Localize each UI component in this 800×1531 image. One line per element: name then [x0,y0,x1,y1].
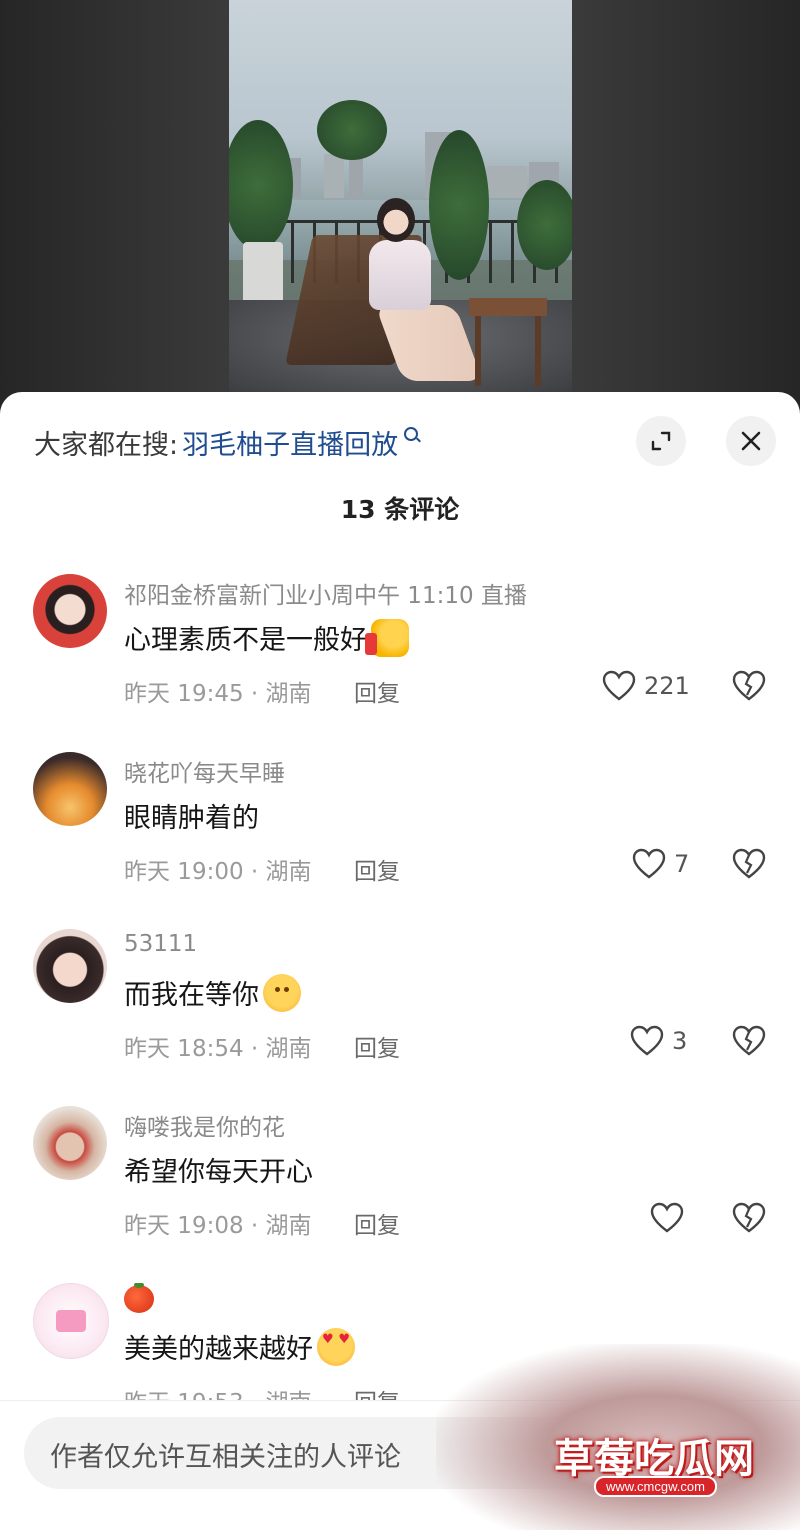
smile-emoji-icon [263,973,301,1012]
like-count: 221 [644,672,690,700]
dislike-button[interactable] [732,848,766,884]
video-thumbnail[interactable] [229,0,572,392]
comment-text-content: 心理素质不是一般好 [124,625,367,656]
broken-heart-icon [732,670,766,701]
comment-username[interactable]: 祁阳金桥富新门业小周中午 11:10 直播 [124,576,527,610]
trending-search[interactable]: 大家都在搜: 羽毛柚子直播回放 [34,414,419,470]
comment-item: 祁阳金桥富新门业小周中午 11:10 直播 心理素质不是一般好 昨天 19:45… [0,574,800,749]
comment-text-content: 眼睛肿着的 [124,803,259,834]
like-button[interactable]: 221 [602,670,690,702]
reply-button[interactable]: 回复 [354,1029,400,1063]
like-button[interactable] [650,1202,692,1234]
comment-input-placeholder: 作者仅允许互相关注的人评论 [50,1442,401,1473]
like-count: 7 [674,850,690,878]
comment-text: 美美的越来越好 [124,1327,355,1366]
like-button[interactable]: 7 [632,848,689,880]
broken-heart-icon [732,1202,766,1233]
broken-heart-icon [732,1025,766,1056]
comment-meta: 昨天 18:54 · 湖南 [124,1036,312,1062]
like-button[interactable]: 3 [630,1025,687,1057]
comment-text: 而我在等你 [124,973,301,1012]
avatar[interactable] [33,752,107,826]
comment-text: 希望你每天开心 [124,1150,313,1189]
search-icon [404,427,419,441]
side-table [469,298,547,316]
dislike-button[interactable] [732,1202,766,1238]
table-leg [475,316,481,386]
comment-text-content: 希望你每天开心 [124,1157,313,1188]
expand-button[interactable] [636,416,686,466]
comment-meta: 昨天 19:00 · 湖南 [124,859,312,885]
reply-button[interactable]: 回复 [354,852,400,886]
heart-eyes-emoji-icon [317,1327,355,1366]
broken-heart-icon [732,848,766,879]
person-body [369,240,431,310]
avatar[interactable] [33,1106,107,1180]
comment-item: 晓花吖每天早睡 眼睛肿着的 昨天 19:00 · 湖南 回复 7 [0,752,800,927]
expand-icon [651,431,671,451]
comment-username[interactable]: 嗨喽我是你的花 [124,1108,285,1142]
watermark-url: www.cmcgw.com [594,1476,717,1497]
comment-meta: 昨天 19:45 · 湖南 [124,681,312,707]
comment-text-content: 美美的越来越好 [124,1334,313,1365]
watermark: 草莓吃瓜网 www.cmcgw.com [436,1344,800,1530]
close-icon [741,431,761,451]
search-term-link[interactable]: 羽毛柚子直播回放 [182,423,398,462]
heart-outline-icon [632,848,666,879]
plant [517,180,572,270]
table-leg [535,316,541,386]
reply-button[interactable]: 回复 [354,1206,400,1240]
heart-outline-icon [630,1025,664,1056]
tree [317,100,387,160]
comment-count-title: 13 条评论 [340,495,460,524]
comment-meta: 昨天 19:08 · 湖南 [124,1213,312,1239]
comment-text: 眼睛肿着的 [124,796,259,835]
plant [429,130,489,280]
close-button[interactable] [726,416,776,466]
video-area[interactable] [0,0,800,410]
dislike-button[interactable] [732,670,766,706]
comment-username[interactable]: 晓花吖每天早睡 [124,754,285,788]
avatar[interactable] [33,574,107,648]
heart-outline-icon [602,670,636,701]
person-head [377,198,415,242]
comment-text-content: 而我在等你 [124,980,259,1011]
heart-outline-icon [650,1202,684,1233]
avatar[interactable] [33,929,107,1003]
dislike-button[interactable] [732,1025,766,1061]
thumbs-up-emoji-icon [365,618,409,657]
comment-item: 53111 而我在等你 昨天 18:54 · 湖南 回复 3 [0,929,800,1104]
like-count: 3 [672,1027,688,1055]
comment-item: 嗨喽我是你的花 希望你每天开心 昨天 19:08 · 湖南 回复 [0,1106,800,1281]
avatar[interactable] [33,1283,109,1359]
comment-text: 心理素质不是一般好 [124,618,409,657]
comment-username[interactable] [124,1283,154,1319]
comment-username[interactable]: 53111 [124,931,197,957]
search-prefix: 大家都在搜: [34,429,179,461]
reply-button[interactable]: 回复 [354,674,400,708]
tomato-emoji-icon [124,1283,154,1313]
avatar-sticker [56,1310,86,1332]
